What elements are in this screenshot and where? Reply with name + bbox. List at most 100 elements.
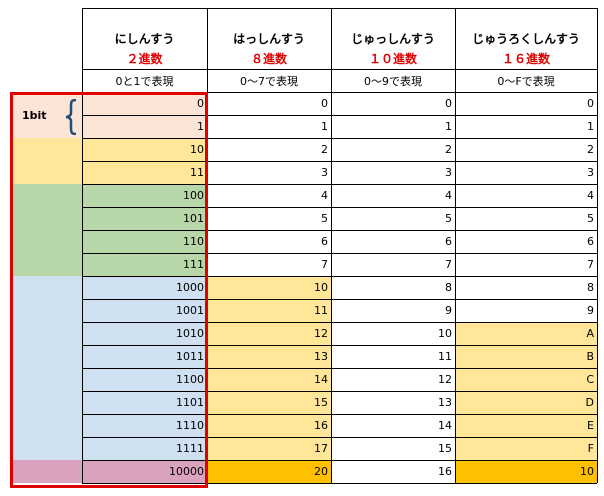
cell-dec: 16 (331, 460, 455, 483)
cell-hex: 5 (455, 207, 597, 230)
cell-oct: 20 (207, 460, 331, 483)
cell-hex: 9 (455, 299, 597, 322)
cell-dec: 8 (331, 276, 455, 299)
number-base-table: にしんすう はっしんすう じゅっしんすう じゅうろくしんすう ２進数 ８進数 １… (0, 0, 604, 496)
cell-oct: 6 (207, 230, 331, 253)
col-divider (331, 8, 332, 483)
row-divider (82, 207, 597, 208)
cell-dec: 9 (331, 299, 455, 322)
cell-oct: 3 (207, 161, 331, 184)
cell-oct: 10 (207, 276, 331, 299)
cell-hex: 0 (455, 92, 597, 115)
cell-bin: 1001 (82, 299, 207, 322)
row-divider (82, 345, 597, 346)
group-band (13, 460, 82, 483)
cell-hex: B (455, 345, 597, 368)
row-divider (82, 253, 597, 254)
cell-oct: 2 (207, 138, 331, 161)
cell-oct: 15 (207, 391, 331, 414)
header-decimal-range: 0～9で表現 (364, 75, 422, 88)
cell-oct: 13 (207, 345, 331, 368)
cell-bin: 111 (82, 253, 207, 276)
cell-hex: 2 (455, 138, 597, 161)
group-band (13, 138, 82, 184)
header-octal-name: はっしんすう (233, 31, 305, 46)
cell-oct: 5 (207, 207, 331, 230)
cell-dec: 6 (331, 230, 455, 253)
cell-hex: 4 (455, 184, 597, 207)
row-divider (82, 138, 597, 139)
header-hex-range: 0～Fで表現 (497, 75, 555, 88)
cell-bin: 1100 (82, 368, 207, 391)
row-divider (82, 391, 597, 392)
cell-dec: 7 (331, 253, 455, 276)
cell-dec: 13 (331, 391, 455, 414)
cell-dec: 2 (331, 138, 455, 161)
row-divider (82, 230, 597, 231)
cell-dec: 12 (331, 368, 455, 391)
row-divider (82, 184, 597, 185)
row-divider (82, 368, 597, 369)
cell-bin: 1 (82, 115, 207, 138)
cell-dec: 15 (331, 437, 455, 460)
cell-hex: 7 (455, 253, 597, 276)
header-octal-base: ８進数 (250, 51, 287, 66)
cell-hex: 3 (455, 161, 597, 184)
cell-dec: 10 (331, 322, 455, 345)
bit-label: 1bit (22, 109, 47, 122)
cell-dec: 5 (331, 207, 455, 230)
cell-bin: 1101 (82, 391, 207, 414)
row-divider (82, 322, 597, 323)
cell-bin: 0 (82, 92, 207, 115)
row-divider (82, 276, 597, 277)
header-hex-base: １６進数 (501, 51, 550, 66)
cell-dec: 11 (331, 345, 455, 368)
cell-hex: A (455, 322, 597, 345)
row-divider (82, 437, 597, 438)
header-divider (82, 69, 597, 70)
cell-bin: 10 (82, 138, 207, 161)
cell-bin: 1000 (82, 276, 207, 299)
cell-bin: 1010 (82, 322, 207, 345)
cell-bin: 100 (82, 184, 207, 207)
cell-oct: 0 (207, 92, 331, 115)
cell-bin: 1111 (82, 437, 207, 460)
col-divider (597, 8, 598, 483)
header-decimal-name: じゅっしんすう (351, 31, 435, 46)
cell-bin: 10000 (82, 460, 207, 483)
cell-hex: 10 (455, 460, 597, 483)
cell-oct: 17 (207, 437, 331, 460)
cell-hex: 1 (455, 115, 597, 138)
cell-dec: 4 (331, 184, 455, 207)
cell-bin: 110 (82, 230, 207, 253)
row-divider (82, 299, 597, 300)
curly-brace-icon (65, 99, 77, 135)
cell-bin: 101 (82, 207, 207, 230)
cell-oct: 16 (207, 414, 331, 437)
row-divider (82, 483, 597, 484)
cell-hex: E (455, 414, 597, 437)
header-octal-range: 0～7で表現 (240, 75, 298, 88)
header-binary-name: にしんすう (114, 31, 175, 46)
header-binary-base: ２進数 (126, 51, 163, 66)
row-divider (82, 161, 597, 162)
row-divider (82, 115, 597, 116)
cell-hex: 8 (455, 276, 597, 299)
cell-hex: 6 (455, 230, 597, 253)
cell-bin: 1110 (82, 414, 207, 437)
cell-hex: D (455, 391, 597, 414)
group-band (13, 184, 82, 276)
row-divider (82, 460, 597, 461)
cell-bin: 1011 (82, 345, 207, 368)
cell-oct: 4 (207, 184, 331, 207)
cell-hex: C (455, 368, 597, 391)
header-hex-name: じゅうろくしんすう (472, 31, 580, 46)
cell-oct: 11 (207, 299, 331, 322)
cell-oct: 7 (207, 253, 331, 276)
cell-oct: 14 (207, 368, 331, 391)
cell-dec: 1 (331, 115, 455, 138)
cell-oct: 1 (207, 115, 331, 138)
header-binary-range: 0と1で表現 (115, 75, 174, 88)
col-divider (455, 8, 456, 483)
cell-bin: 11 (82, 161, 207, 184)
